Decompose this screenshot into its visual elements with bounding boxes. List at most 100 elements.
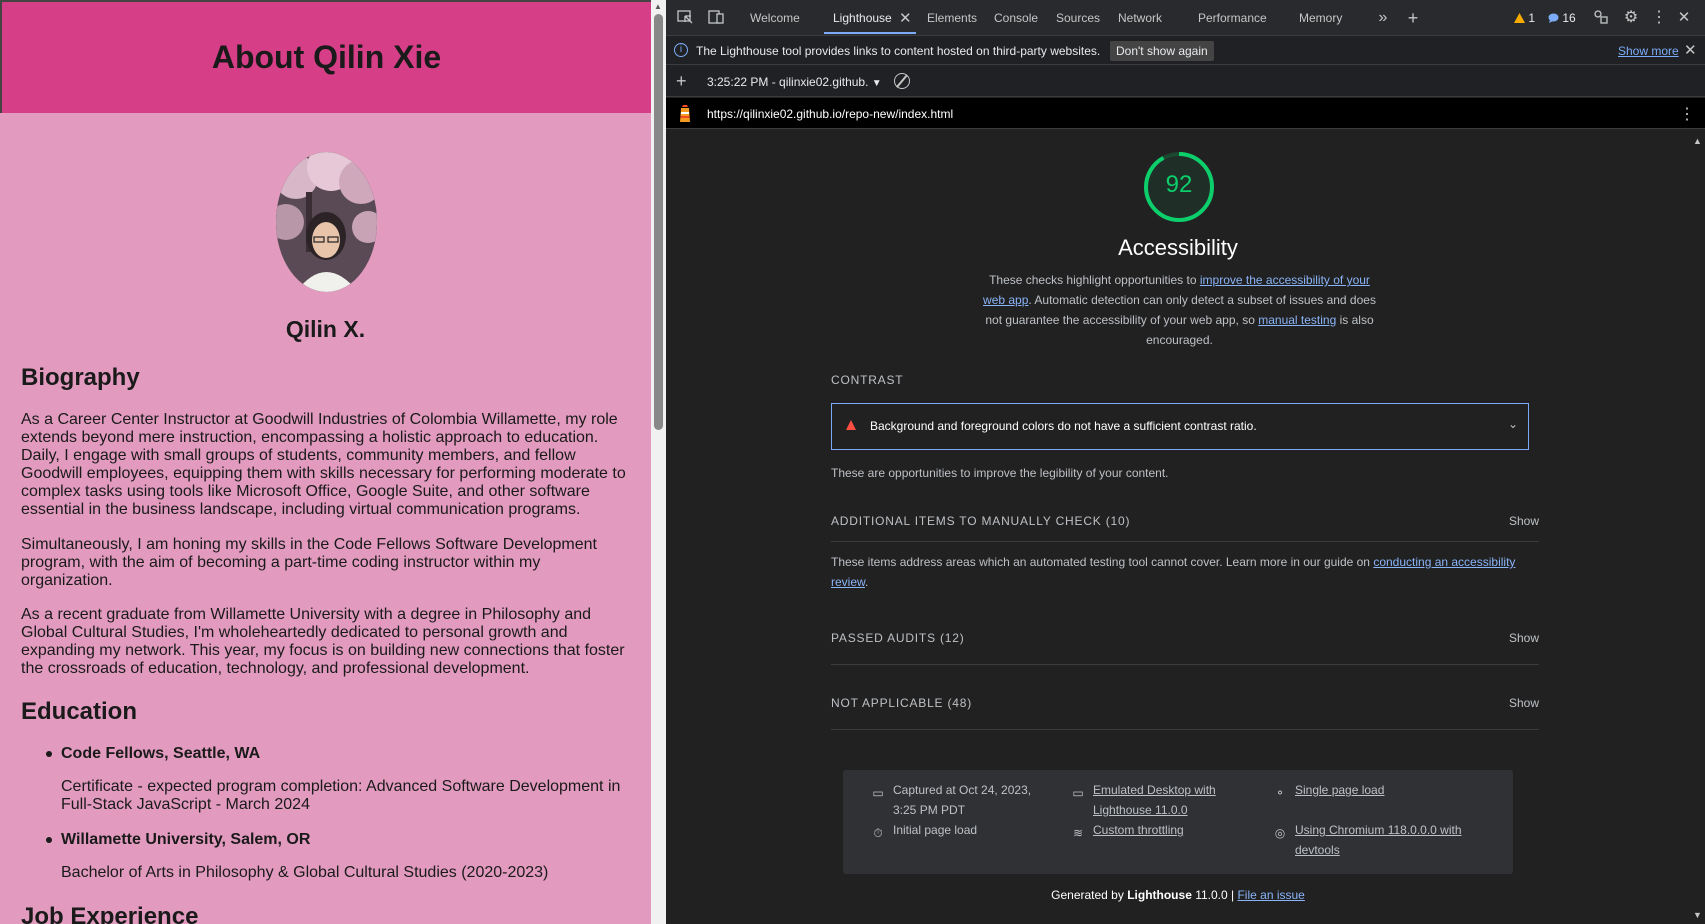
more-tabs-icon[interactable]: » bbox=[1373, 8, 1393, 28]
desc-text: These checks highlight opportunities to bbox=[989, 273, 1200, 287]
runtime-settings: ▭ Captured at Oct 24, 2023, 3:25 PM PDT … bbox=[843, 770, 1513, 874]
single-page-load[interactable]: Single page load bbox=[1295, 780, 1384, 800]
tab-performance[interactable]: Performance bbox=[1198, 11, 1267, 25]
messages-badge[interactable]: 16 bbox=[1548, 11, 1576, 25]
messages-count: 16 bbox=[1562, 11, 1576, 25]
education-item: Willamette University, Salem, OR bbox=[45, 831, 311, 848]
close-tab-icon[interactable]: ✕ bbox=[899, 9, 912, 27]
dropdown-arrow-icon: ▼ bbox=[871, 78, 882, 89]
page-scrollbar[interactable]: ▲ bbox=[651, 0, 666, 924]
timer-icon: ⏱ bbox=[873, 826, 883, 840]
inspect-element-icon[interactable] bbox=[675, 8, 695, 28]
category-description: These checks highlight opportunities to … bbox=[977, 270, 1382, 350]
initial-page-load: Initial page load bbox=[893, 823, 978, 837]
devtools-tab-bar: Welcome Lighthouse ✕ Elements Console So… bbox=[666, 0, 1705, 36]
divider bbox=[831, 541, 1539, 542]
active-tab-indicator bbox=[824, 32, 916, 34]
scroll-up-icon[interactable]: ▲ bbox=[654, 2, 662, 11]
generated-tool: Lighthouse bbox=[1127, 888, 1192, 902]
report-url[interactable]: https://qilinxie02.github.io/repo-new/in… bbox=[707, 107, 953, 121]
manual-testing-link[interactable]: manual testing bbox=[1258, 313, 1336, 327]
close-infobar-icon[interactable]: ✕ bbox=[1684, 41, 1697, 59]
divider bbox=[831, 664, 1539, 665]
generated-prefix: Generated by bbox=[1051, 888, 1128, 902]
contrast-audit-item[interactable]: Background and foreground colors do not … bbox=[831, 403, 1529, 450]
page-header: About Qilin Xie bbox=[0, 0, 651, 113]
scroll-up-icon[interactable]: ▲ bbox=[1693, 136, 1702, 146]
tab-network[interactable]: Network bbox=[1118, 11, 1162, 25]
device-toolbar-icon[interactable] bbox=[706, 8, 726, 28]
tab-sources[interactable]: Sources bbox=[1056, 11, 1100, 25]
fail-triangle-icon bbox=[846, 420, 856, 430]
report-selector[interactable]: 3:25:22 PM - qilinxie02.github. ▼ bbox=[707, 75, 882, 89]
bio-paragraph: As a recent graduate from Willamette Uni… bbox=[21, 606, 625, 677]
tab-elements[interactable]: Elements bbox=[927, 11, 977, 25]
generated-version: 11.0.0 | bbox=[1191, 888, 1238, 902]
tab-console[interactable]: Console bbox=[994, 11, 1038, 25]
education-detail: Bachelor of Arts in Philosophy & Global … bbox=[61, 864, 549, 881]
chevron-down-icon[interactable]: ⌄ bbox=[1508, 417, 1518, 431]
show-more-link[interactable]: Show more bbox=[1618, 44, 1679, 58]
file-issue-link[interactable]: File an issue bbox=[1237, 888, 1304, 902]
scroll-down-icon[interactable]: ▼ bbox=[1693, 910, 1702, 920]
devtools-panel: Welcome Lighthouse ✕ Elements Console So… bbox=[666, 0, 1705, 924]
report-url-bar: https://qilinxie02.github.io/repo-new/in… bbox=[666, 98, 1705, 129]
add-tab-icon[interactable]: + bbox=[1403, 8, 1423, 28]
tab-memory[interactable]: Memory bbox=[1299, 11, 1342, 25]
profile-photo bbox=[276, 152, 377, 292]
education-heading: Education bbox=[21, 698, 138, 725]
audit-title: Background and foreground colors do not … bbox=[870, 419, 1257, 433]
desktop-icon: ▭ bbox=[1072, 786, 1084, 800]
more-options-icon[interactable]: ⋮ bbox=[1649, 8, 1669, 28]
education-item: Code Fellows, Seattle, WA bbox=[45, 745, 261, 762]
not-applicable-group-title[interactable]: NOT APPLICABLE (48) bbox=[831, 696, 972, 710]
warnings-count: 1 bbox=[1528, 11, 1536, 25]
manual-check-description: These items address areas which an autom… bbox=[831, 555, 1516, 589]
contrast-group-title: CONTRAST bbox=[831, 373, 904, 387]
calendar-icon: ▭ bbox=[872, 786, 884, 800]
bio-paragraph: Simultaneously, I am honing my skills in… bbox=[21, 536, 597, 589]
desc-text: These items address areas which an autom… bbox=[831, 555, 1374, 569]
contrast-group-description: These are opportunities to improve the l… bbox=[831, 466, 1169, 480]
bio-paragraph: As a Career Center Instructor at Goodwil… bbox=[21, 411, 626, 518]
tab-welcome[interactable]: Welcome bbox=[750, 11, 800, 25]
job-experience-heading: Job Experience bbox=[21, 903, 199, 924]
info-icon: i bbox=[674, 43, 688, 57]
wifi-icon: ≋ bbox=[1072, 826, 1084, 840]
close-devtools-icon[interactable]: ✕ bbox=[1674, 8, 1694, 28]
scrollbar-thumb[interactable] bbox=[654, 14, 663, 430]
category-title: Accessibility bbox=[1118, 235, 1238, 260]
dont-show-again-button[interactable]: Don't show again bbox=[1110, 41, 1214, 61]
accessibility-score: 92 bbox=[1165, 171, 1193, 198]
lighthouse-logo-icon bbox=[678, 103, 692, 123]
passed-audits-group-title[interactable]: PASSED AUDITS (12) bbox=[831, 631, 965, 645]
education-detail: Certificate - expected program completio… bbox=[61, 778, 621, 813]
divider bbox=[831, 729, 1539, 730]
biography-heading: Biography bbox=[21, 364, 140, 391]
chromium-icon: ◎ bbox=[1274, 826, 1286, 840]
lighthouse-toolbar: + 3:25:22 PM - qilinxie02.github. ▼ bbox=[666, 66, 1705, 97]
info-message: The Lighthouse tool provides links to co… bbox=[696, 44, 1101, 58]
emulated-desktop[interactable]: Emulated Desktop with Lighthouse 11.0.0 bbox=[1093, 780, 1233, 820]
report-menu-icon[interactable]: ⋮ bbox=[1679, 104, 1695, 124]
show-not-applicable-button[interactable]: Show bbox=[1496, 696, 1539, 710]
captured-at: Captured at Oct 24, 2023, 3:25 PM PDT bbox=[893, 783, 1032, 817]
settings-gear-icon[interactable]: ⚙ bbox=[1621, 8, 1641, 28]
warnings-badge[interactable]: 1 bbox=[1514, 11, 1535, 25]
report-scrollbar[interactable]: ▲ ▼ bbox=[1690, 130, 1705, 924]
chromium-version[interactable]: Using Chromium 118.0.0.0 with devtools bbox=[1295, 820, 1465, 860]
custom-throttling[interactable]: Custom throttling bbox=[1093, 820, 1184, 840]
report-selector-label: 3:25:22 PM - qilinxie02.github. bbox=[707, 75, 869, 89]
manual-check-group-title[interactable]: ADDITIONAL ITEMS TO MANUALLY CHECK (10) bbox=[831, 514, 1130, 528]
new-report-icon[interactable]: + bbox=[676, 71, 687, 92]
show-passed-button[interactable]: Show bbox=[1496, 631, 1539, 645]
web-page: About Qilin Xie Qilin X. Biography As a … bbox=[0, 0, 651, 924]
customize-icon[interactable] bbox=[1591, 8, 1611, 28]
tab-lighthouse[interactable]: Lighthouse bbox=[833, 11, 892, 25]
show-manual-button[interactable]: Show bbox=[1496, 514, 1539, 528]
profile-name: Qilin X. bbox=[285, 316, 366, 342]
generated-by: Generated by Lighthouse 11.0.0 | File an… bbox=[666, 888, 1690, 902]
info-bar: i The Lighthouse tool provides links to … bbox=[666, 37, 1705, 65]
page-title: About Qilin Xie bbox=[211, 39, 442, 75]
clear-reports-icon[interactable] bbox=[894, 73, 910, 89]
